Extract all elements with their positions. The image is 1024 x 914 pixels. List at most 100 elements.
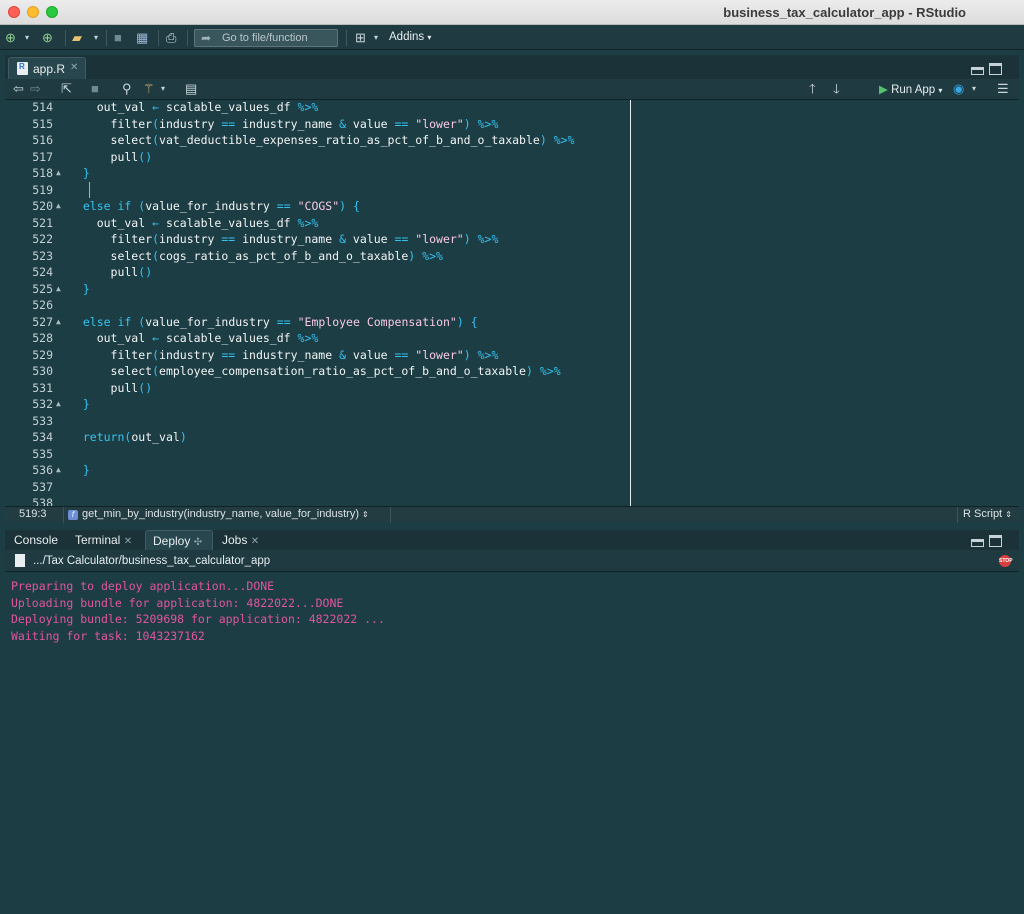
go-to-arrow-icon: ➦ xyxy=(201,31,212,45)
editor-status-bar: 519:3 f get_min_by_industry(industry_nam… xyxy=(5,506,1019,523)
editor-tab-bar: app.R ✕ xyxy=(5,55,1019,79)
code-line[interactable]: 529 filter(industry == industry_name & v… xyxy=(5,348,625,365)
minimize-window-button[interactable] xyxy=(27,6,39,18)
line-number: 530 xyxy=(32,364,53,378)
show-in-window-icon[interactable]: ⇱ xyxy=(61,81,72,97)
fold-arrow-icon[interactable]: ▲ xyxy=(56,465,61,474)
code-line[interactable]: 532 ▲ } xyxy=(5,397,625,414)
addins-menu[interactable]: Addins ▾ xyxy=(389,31,431,43)
save-all-icon[interactable]: ▦ xyxy=(136,30,148,46)
updown-chevron-icon: ⇕ xyxy=(362,510,369,519)
function-icon: f xyxy=(68,510,78,520)
print-icon[interactable]: ⎙ xyxy=(166,30,176,46)
tab-jobs[interactable]: Jobs ✕ xyxy=(215,530,271,550)
code-line[interactable]: 537 xyxy=(5,480,625,497)
code-line[interactable]: 538 xyxy=(5,496,625,506)
editor-toolbar: ⇦ ⇨ ⇱ ■ ⚲ ⚚ ▾ ▤ 🡑 🡓 ▶ Run App ▾ ◉ ▾ ☰ xyxy=(5,79,1019,100)
code-line[interactable]: 525 ▲ } xyxy=(5,282,625,299)
close-tab-icon[interactable]: ✕ xyxy=(70,62,78,73)
code-line[interactable]: 531 pull() xyxy=(5,381,625,398)
close-window-button[interactable] xyxy=(8,6,20,18)
line-number: 518 xyxy=(32,166,53,180)
code-line[interactable]: 515 filter(industry == industry_name & v… xyxy=(5,117,625,134)
document-icon xyxy=(15,554,25,567)
file-type-selector[interactable]: R Script ⇕ xyxy=(957,507,1019,523)
zoom-window-button[interactable] xyxy=(46,6,58,18)
go-to-file-function-input[interactable]: ➦ Go to file/function xyxy=(194,29,338,47)
code-line[interactable]: 517 pull() xyxy=(5,150,625,167)
code-line[interactable]: 535 xyxy=(5,447,625,464)
fold-arrow-icon[interactable]: ▲ xyxy=(56,284,61,293)
code-text: pull() xyxy=(69,265,153,279)
line-number: 522 xyxy=(32,232,53,246)
code-line[interactable]: 520 ▲ else if (value_for_industry == "COG… xyxy=(5,199,625,216)
line-number: 517 xyxy=(32,149,53,164)
maximize-pane-icon[interactable] xyxy=(989,535,1002,547)
code-text: } xyxy=(82,166,90,180)
find-replace-icon[interactable]: ⚲ xyxy=(122,81,132,97)
code-line[interactable]: 514 out_val ← scalable_values_df %>% xyxy=(5,100,625,117)
compile-report-icon[interactable]: ▤ xyxy=(185,81,197,97)
forward-arrow-icon[interactable]: ⇨ xyxy=(30,81,41,97)
code-text: select(employee_compensation_ratio_as_pc… xyxy=(69,364,561,378)
tab-app-r[interactable]: app.R ✕ xyxy=(8,57,86,79)
cursor-position: 519:3 xyxy=(19,508,47,520)
code-line[interactable]: 534 return(out_val) xyxy=(5,430,625,447)
code-line[interactable]: 519 xyxy=(5,183,625,200)
code-line[interactable]: 522 filter(industry == industry_name & v… xyxy=(5,232,625,249)
console-pane-controls xyxy=(971,535,1007,549)
pane-layout-dropdown-icon[interactable]: ▾ xyxy=(374,30,378,46)
stop-icon[interactable]: STOP xyxy=(999,555,1013,567)
code-line[interactable]: 533 xyxy=(5,414,625,431)
code-line[interactable]: 521 out_val ← scalable_values_df %>% xyxy=(5,216,625,233)
document-outline-icon[interactable]: ☰ xyxy=(997,81,1009,97)
code-tools-wand-icon[interactable]: ⚚ xyxy=(143,81,155,97)
code-line[interactable]: 523 select(cogs_ratio_as_pct_of_b_and_o_… xyxy=(5,249,625,266)
toolbar-divider xyxy=(106,30,107,46)
code-line[interactable]: 527 ▲ else if (value_for_industry == "Emp… xyxy=(5,315,625,332)
minimize-pane-icon[interactable] xyxy=(971,539,984,547)
go-to-prev-section-icon[interactable]: 🡑 xyxy=(809,81,816,97)
code-line[interactable]: 516 select(vat_deductible_expenses_ratio… xyxy=(5,133,625,150)
new-file-icon[interactable]: ⊕ xyxy=(5,30,16,46)
fold-arrow-icon[interactable]: ▲ xyxy=(56,201,61,210)
code-text: else if (value_for_industry == "COGS") { xyxy=(82,199,360,213)
tab-deploy[interactable]: Deploy ✣ xyxy=(145,530,213,550)
code-line[interactable]: 526 xyxy=(5,298,625,315)
publish-icon[interactable]: ◉ xyxy=(953,81,964,97)
back-arrow-icon[interactable]: ⇦ xyxy=(13,81,24,97)
code-line[interactable]: 524 pull() xyxy=(5,265,625,282)
new-file-dropdown-icon[interactable]: ▾ xyxy=(25,30,29,46)
chevron-down-icon: ▾ xyxy=(427,33,432,42)
minimize-pane-icon[interactable] xyxy=(971,67,984,75)
publish-dropdown-icon[interactable]: ▾ xyxy=(972,81,976,97)
open-file-dropdown-icon[interactable]: ▾ xyxy=(94,30,98,46)
pane-layout-icon[interactable]: ⊞ xyxy=(355,30,366,46)
fold-arrow-icon[interactable]: ▲ xyxy=(56,399,61,408)
save-file-icon[interactable]: ■ xyxy=(91,81,99,97)
deploy-output[interactable]: Preparing to deploy application...DONE Up… xyxy=(5,572,1019,914)
tab-console[interactable]: Console xyxy=(7,530,67,550)
code-line[interactable]: 518 ▲ } xyxy=(5,166,625,183)
code-line[interactable]: 528 out_val ← scalable_values_df %>% xyxy=(5,331,625,348)
close-tab-icon[interactable]: ✕ xyxy=(124,536,132,547)
open-file-icon[interactable]: ▰ xyxy=(72,30,82,46)
line-number: 535 xyxy=(32,446,53,461)
new-project-icon[interactable]: ⊕ xyxy=(42,30,53,46)
maximize-pane-icon[interactable] xyxy=(989,63,1002,75)
source-editor[interactable]: 514 out_val ← scalable_values_df %>% 515 … xyxy=(5,100,1019,506)
function-navigator[interactable]: f get_min_by_industry(industry_name, val… xyxy=(63,507,391,523)
line-number: 524 xyxy=(32,265,53,279)
fold-arrow-icon[interactable]: ▲ xyxy=(56,168,61,177)
code-line[interactable]: 530 select(employee_compensation_ratio_a… xyxy=(5,364,625,381)
code-tools-dropdown-icon[interactable]: ▾ xyxy=(161,81,165,97)
close-tab-icon[interactable]: ✕ xyxy=(251,536,259,547)
tab-terminal[interactable]: Terminal ✕ xyxy=(68,530,142,550)
line-number: 528 xyxy=(32,331,53,345)
go-to-next-section-icon[interactable]: 🡓 xyxy=(833,81,840,97)
run-app-button[interactable]: ▶ Run App ▾ xyxy=(879,82,942,96)
chevron-down-icon: ▾ xyxy=(938,86,943,95)
code-line[interactable]: 536 ▲ } xyxy=(5,463,625,480)
save-icon[interactable]: ■ xyxy=(114,30,122,46)
fold-arrow-icon[interactable]: ▲ xyxy=(56,317,61,326)
